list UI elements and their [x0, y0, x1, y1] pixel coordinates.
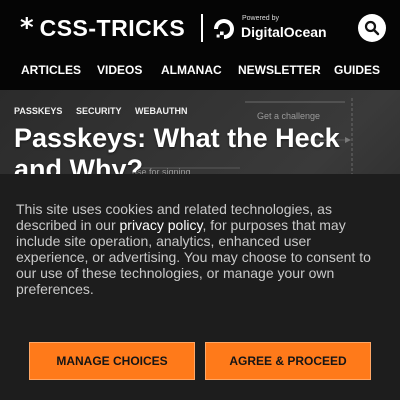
sponsor-logo[interactable]: Powered by DigitalOcean — [212, 15, 332, 43]
tag-security[interactable]: SECURITY — [76, 105, 122, 117]
star-logo-icon: * — [20, 13, 34, 43]
agree-proceed-button[interactable]: AGREE & PROCEED — [205, 342, 371, 380]
main-nav: ARTICLES VIDEOS ALMANAC NEWSLETTER GUIDE… — [0, 60, 400, 80]
tag-webauthn[interactable]: WEBAUTHN — [135, 105, 188, 117]
nav-item-articles[interactable]: ARTICLES — [21, 60, 81, 80]
consent-message: This site uses cookies and related techn… — [16, 201, 382, 297]
tag-passkeys[interactable]: PASSKEYS — [14, 105, 62, 117]
logo-text: CSS-TRICKS — [39, 15, 186, 41]
nav-item-almanac[interactable]: ALMANAC — [161, 60, 222, 80]
search-button[interactable] — [358, 14, 386, 42]
nav-item-guides[interactable]: GUIDES — [334, 60, 380, 80]
search-icon — [364, 20, 380, 36]
site-header: * CSS-TRICKS Powered by DigitalOcean ART… — [0, 0, 400, 90]
privacy-policy-link[interactable]: privacy policy — [120, 217, 203, 233]
digitalocean-icon — [214, 19, 234, 39]
cookie-consent-banner: This site uses cookies and related techn… — [0, 174, 400, 400]
logo-divider — [201, 14, 203, 42]
nav-item-newsletter[interactable]: NEWSLETTER — [238, 60, 321, 80]
sponsor-powered-label: Powered by — [242, 15, 279, 22]
css-tricks-logo[interactable]: * CSS-TRICKS — [20, 14, 185, 42]
nav-item-videos[interactable]: VIDEOS — [97, 60, 142, 80]
manage-choices-button[interactable]: MANAGE CHOICES — [29, 342, 195, 380]
sponsor-name: DigitalOcean — [241, 24, 327, 40]
diagram-label-challenge: Get a challenge — [257, 111, 321, 121]
